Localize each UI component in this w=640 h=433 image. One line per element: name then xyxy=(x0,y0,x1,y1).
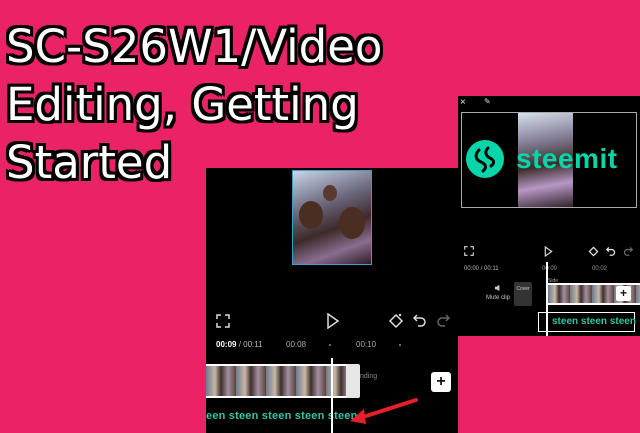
editor-screenshot-secondary: × ✎ steemit 00:00 / 00:11 00:00 00:02 Mu… xyxy=(458,96,640,336)
undo-icon[interactable] xyxy=(605,246,616,259)
timeline-tick-dot xyxy=(329,344,331,346)
play-icon[interactable] xyxy=(544,245,553,260)
thumbnail-title: SC-S26W1/Video Editing, Getting Started xyxy=(6,18,476,192)
cover-label: Cover xyxy=(516,286,530,292)
ending-label: nding xyxy=(360,373,378,380)
edit-icon[interactable]: ✎ xyxy=(484,97,491,106)
redo-icon[interactable] xyxy=(436,313,451,331)
clip-trim-handle[interactable] xyxy=(346,364,360,398)
editor-screenshot-main: 00:09 / 00:11 00:08 00:10 nding + een st… xyxy=(206,168,458,433)
mute-clip-button[interactable]: Mute clip xyxy=(486,284,510,302)
playback-controls xyxy=(206,304,458,332)
timecode: 00:00 / 00:11 xyxy=(464,266,499,272)
title-line-2: Editing, Getting xyxy=(6,78,359,131)
steemit-logo-icon xyxy=(466,140,504,178)
keyframe-icon[interactable] xyxy=(388,313,404,333)
timeline-tick: 00:08 xyxy=(286,340,307,349)
time-total: 00:11 xyxy=(243,340,263,349)
annotation-arrow-icon xyxy=(350,398,418,424)
steemit-logo-text: steemit xyxy=(516,143,618,174)
title-line-1: SC-S26W1/Video xyxy=(6,20,383,73)
redo-icon[interactable] xyxy=(623,246,634,259)
timeline-tick: 00:02 xyxy=(592,266,608,272)
fullscreen-icon[interactable] xyxy=(464,246,474,259)
add-clip-button[interactable]: + xyxy=(616,286,631,301)
undo-icon[interactable] xyxy=(412,313,427,331)
playhead[interactable] xyxy=(546,262,548,336)
time-current: 00:09 xyxy=(216,340,237,349)
top-bar: × ✎ xyxy=(458,96,640,112)
fullscreen-icon[interactable] xyxy=(216,314,230,332)
keyframe-icon[interactable] xyxy=(588,246,599,260)
timeline-tick: 00:10 xyxy=(356,340,377,349)
mute-clip-label: Mute clip xyxy=(486,295,511,301)
text-track[interactable]: een steen steen steen steen xyxy=(206,410,358,422)
cover-button[interactable]: Cover xyxy=(514,282,532,306)
video-preview xyxy=(292,170,372,265)
close-icon[interactable]: × xyxy=(460,97,466,108)
text-track[interactable]: steen steen steen xyxy=(552,316,636,327)
add-clip-button[interactable]: + xyxy=(431,372,451,392)
timecode: 00:09 / 00:11 xyxy=(216,340,263,349)
playhead[interactable] xyxy=(331,358,333,433)
timeline-tick-dot xyxy=(399,344,401,346)
play-icon[interactable] xyxy=(326,312,340,333)
timeline-tick: 00:00 xyxy=(542,266,558,272)
